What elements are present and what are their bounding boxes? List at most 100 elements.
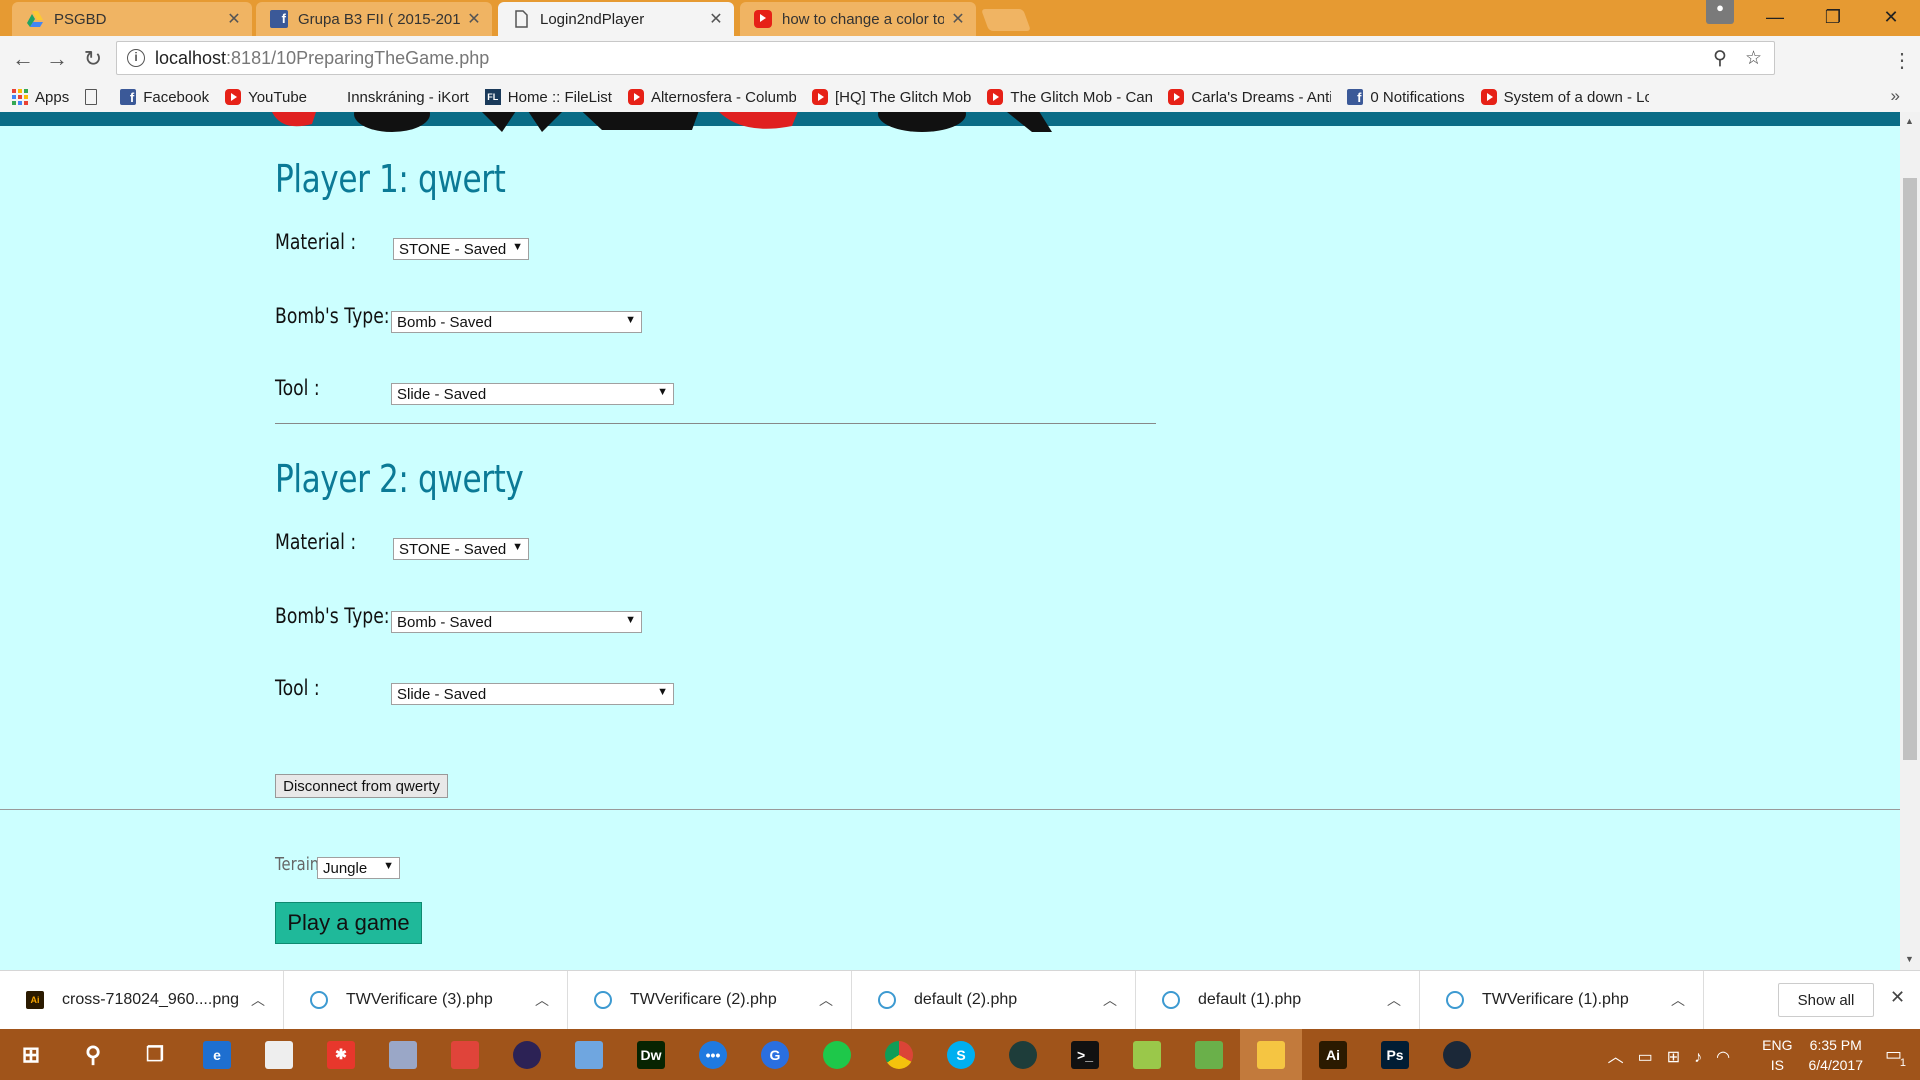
player1-tool-select[interactable]: Slide - Saved ▼ <box>391 383 674 405</box>
chevron-up-icon[interactable]: ︿ <box>1103 990 1117 1010</box>
steam-icon[interactable] <box>1426 1029 1488 1080</box>
close-window-button[interactable]: ✕ <box>1862 0 1920 34</box>
downloads-bar: Ai cross-718024_960....png ︿ TWVerificar… <box>0 970 1920 1029</box>
bookmark-system-of-a-down[interactable]: System of a down - Lo <box>1480 89 1649 106</box>
chevron-up-icon[interactable]: ︿ <box>535 990 549 1010</box>
bookmark-apps[interactable]: Apps <box>12 89 69 106</box>
close-tab-icon[interactable]: ✕ <box>950 9 966 29</box>
reload-icon[interactable]: ↻ <box>80 46 106 72</box>
photoshop-icon[interactable]: Ps <box>1364 1029 1426 1080</box>
messenger-icon[interactable]: ••• <box>682 1029 744 1080</box>
minimize-button[interactable]: — <box>1746 0 1804 34</box>
show-all-button[interactable]: Show all <box>1778 983 1874 1017</box>
bookmark-notifications[interactable]: f 0 Notifications <box>1347 89 1465 106</box>
close-tab-icon[interactable]: ✕ <box>708 9 724 29</box>
chevron-up-icon[interactable]: ︿ <box>1671 990 1685 1010</box>
tab-grupa-b3[interactable]: f Grupa B3 FII ( 2015-2018 ✕ <box>256 2 492 36</box>
profile-icon[interactable]: ● <box>1706 0 1734 24</box>
tab-login2ndplayer[interactable]: Login2ndPlayer ✕ <box>498 2 734 36</box>
bookmark-carlas-dreams[interactable]: Carla's Dreams - Anti <box>1168 89 1331 106</box>
chevron-down-icon: ▼ <box>657 386 668 398</box>
media-player-icon[interactable] <box>1116 1029 1178 1080</box>
new-tab-button[interactable] <box>980 9 1032 31</box>
bookmark-glitch-mob[interactable]: The Glitch Mob - Can <box>987 89 1152 106</box>
search-icon[interactable]: ⚲ <box>62 1029 124 1080</box>
close-tab-icon[interactable]: ✕ <box>226 9 242 29</box>
database-icon[interactable] <box>372 1029 434 1080</box>
download-item[interactable]: default (2).php ︿ <box>852 971 1136 1029</box>
download-item[interactable]: default (1).php ︿ <box>1136 971 1420 1029</box>
apps-grid-icon <box>12 89 28 105</box>
start-icon[interactable]: ⊞ <box>0 1029 62 1080</box>
player2-material-select[interactable]: STONE - Saved ▼ <box>393 538 529 560</box>
page-scrollbar[interactable]: ▲ ▼ <box>1900 112 1920 970</box>
player2-bomb-select[interactable]: Bomb - Saved ▼ <box>391 611 642 633</box>
mail-icon[interactable] <box>248 1029 310 1080</box>
close-icon[interactable]: ✕ <box>1890 987 1905 1008</box>
divider <box>275 423 1156 424</box>
image-viewer-icon[interactable] <box>1178 1029 1240 1080</box>
cloud-app-icon[interactable] <box>806 1029 868 1080</box>
chevron-up-icon[interactable]: ︿ <box>251 990 265 1010</box>
bookmarks-overflow-icon[interactable]: » <box>1891 86 1900 106</box>
play-game-button[interactable]: Play a game <box>275 902 422 944</box>
player1-bomb-select[interactable]: Bomb - Saved ▼ <box>391 311 642 333</box>
scrollbar-thumb[interactable] <box>1903 178 1917 760</box>
download-item[interactable]: Ai cross-718024_960....png ︿ <box>0 971 284 1029</box>
player2-title: Player 2: qwerty <box>275 457 524 501</box>
bookmark-blank[interactable] <box>85 89 104 105</box>
bookmark-alternosfera[interactable]: Alternosfera - Columb <box>627 89 796 106</box>
virtualbox-icon[interactable] <box>558 1029 620 1080</box>
language-indicator[interactable]: ENG IS <box>1762 1035 1792 1075</box>
player1-title: Player 1: qwert <box>275 157 506 201</box>
chevron-up-icon[interactable]: ︿ <box>1387 990 1401 1010</box>
player2-tool-select[interactable]: Slide - Saved ▼ <box>391 683 674 705</box>
download-item[interactable]: TWVerificare (1).php ︿ <box>1420 971 1704 1029</box>
bookmark-glitch-mob-hq[interactable]: [HQ] The Glitch Mob <box>811 89 971 106</box>
tab-youtube-video[interactable]: how to change a color to ✕ <box>740 2 976 36</box>
scroll-down-icon[interactable]: ▼ <box>1905 954 1914 964</box>
disconnect-button[interactable]: Disconnect from qwerty <box>275 774 448 798</box>
tab-title: how to change a color to <box>782 10 944 28</box>
clock[interactable]: 6:35 PM 6/4/2017 <box>1808 1035 1863 1075</box>
action-center-icon[interactable]: ▭ 1 <box>1885 1044 1906 1069</box>
browser-g-icon[interactable]: G <box>744 1029 806 1080</box>
tray-icons[interactable]: ︿▭⊞♪◠ <box>1608 1043 1745 1067</box>
bookmarks-bar: Apps f Facebook YouTube Innskráning - iK… <box>0 82 1920 112</box>
asterisk-app-icon[interactable]: ✱ <box>310 1029 372 1080</box>
bookmark-ikort[interactable]: Innskráning - iKort <box>347 89 469 106</box>
illustrator-icon[interactable]: Ai <box>1302 1029 1364 1080</box>
info-icon[interactable]: i <box>127 49 145 67</box>
zoom-icon[interactable]: ⚲ <box>1713 47 1727 70</box>
illustrator-file-icon: Ai <box>26 991 44 1009</box>
address-bar[interactable]: i localhost:8181/10PreparingTheGame.php … <box>116 41 1775 75</box>
player1-material-select[interactable]: STONE - Saved ▼ <box>393 238 529 260</box>
bookmark-youtube[interactable]: YouTube <box>225 89 307 106</box>
bookmark-star-icon[interactable]: ☆ <box>1745 47 1762 70</box>
bookmark-facebook[interactable]: f Facebook <box>120 89 209 106</box>
close-tab-icon[interactable]: ✕ <box>466 9 482 29</box>
task-view-icon[interactable]: ❐ <box>124 1029 186 1080</box>
dreamweaver-icon[interactable]: Dw <box>620 1029 682 1080</box>
chrome-icon[interactable] <box>868 1029 930 1080</box>
download-item[interactable]: TWVerificare (3).php ︿ <box>284 971 568 1029</box>
forward-icon[interactable]: → <box>44 46 70 72</box>
chevron-up-icon[interactable]: ︿ <box>819 990 833 1010</box>
url-text[interactable]: localhost:8181/10PreparingTheGame.php <box>155 48 489 69</box>
gitkraken-icon[interactable] <box>992 1029 1054 1080</box>
eclipse-icon[interactable] <box>496 1029 558 1080</box>
edge-icon[interactable]: e <box>186 1029 248 1080</box>
menu-icon[interactable]: ⋮ <box>1892 48 1912 73</box>
bookmark-filelist[interactable]: FL Home :: FileList <box>484 89 612 106</box>
office-icon[interactable] <box>434 1029 496 1080</box>
tab-psgbd[interactable]: PSGBD ✕ <box>12 2 252 36</box>
back-icon[interactable]: ← <box>10 46 36 72</box>
terain-select[interactable]: Jungle ▼ <box>317 857 400 879</box>
file-explorer-icon[interactable] <box>1240 1029 1302 1080</box>
scroll-up-icon[interactable]: ▲ <box>1905 116 1914 126</box>
restore-button[interactable]: ❐ <box>1804 0 1862 34</box>
skype-icon[interactable]: S <box>930 1029 992 1080</box>
download-item[interactable]: TWVerificare (2).php ︿ <box>568 971 852 1029</box>
terminal-icon[interactable]: >_ <box>1054 1029 1116 1080</box>
player2-tool-label: Tool : <box>275 676 320 700</box>
